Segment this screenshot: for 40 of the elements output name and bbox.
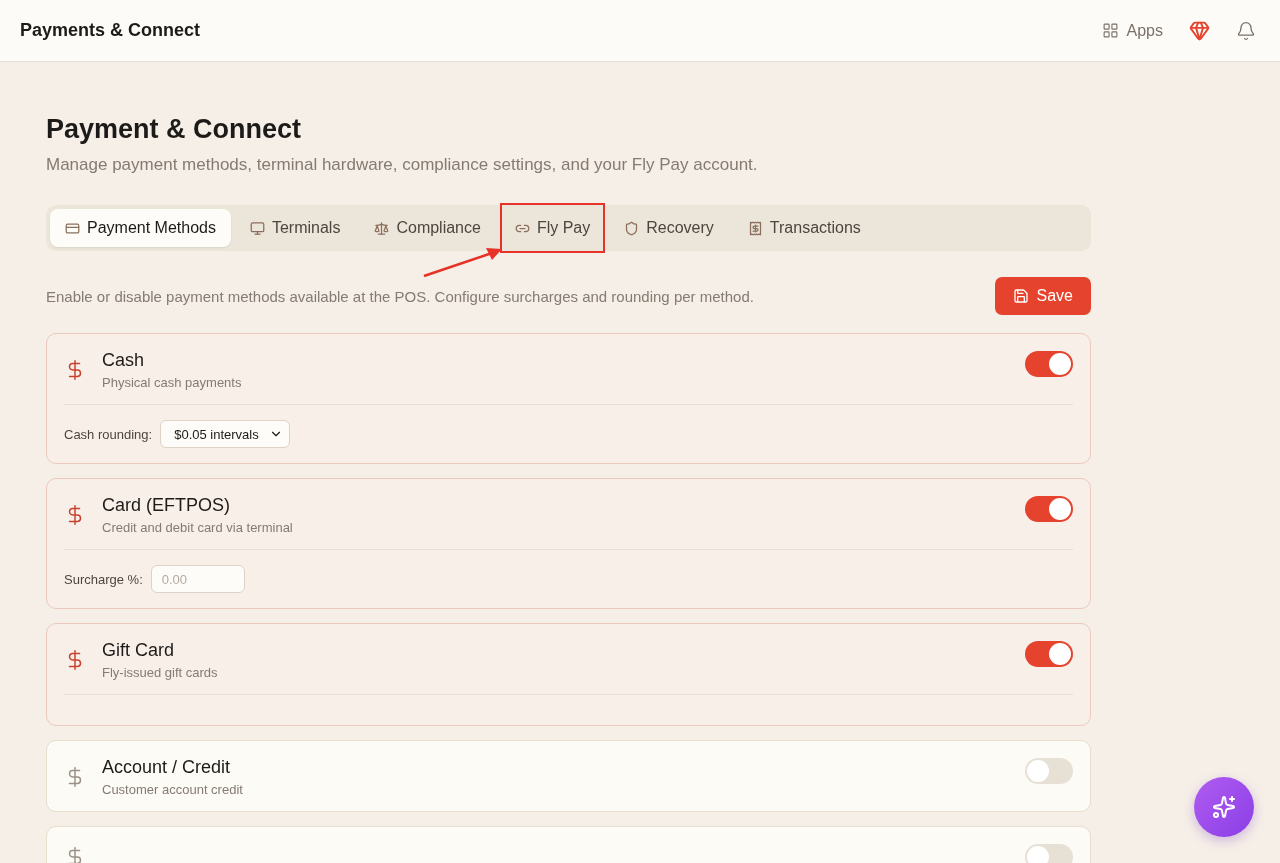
notifications-icon[interactable] [1236,20,1256,41]
tab[interactable]: Transactions [732,209,876,247]
tab[interactable]: Payment Methods [50,209,231,247]
tab[interactable]: Terminals [234,209,356,247]
method-name: Gift Card [102,640,176,661]
assistant-button[interactable] [1194,777,1254,837]
setting-label: Surcharge %: [64,571,143,587]
save-icon [1012,288,1029,304]
gem-icon[interactable] [1189,20,1210,41]
save-button[interactable]: Save [994,277,1091,315]
card-icon [65,220,80,236]
method-description: Customer account credit [102,782,244,797]
scale-icon [374,220,390,236]
toggle-switch[interactable] [1025,641,1073,667]
method-name: Account / Credit [102,757,232,778]
method-description: Credit and debit card via terminal [102,520,294,535]
setting-label: Cash rounding: [64,426,153,442]
method-description: Fly-issued gift cards [102,665,219,680]
tab[interactable]: Fly Pay [499,203,606,253]
method-description: Physical cash payments [102,375,243,390]
receipt-icon [747,220,763,236]
page-title: Payment & Connect [46,114,303,145]
toggle-switch[interactable] [1025,758,1073,784]
toggle-switch[interactable] [1025,844,1073,863]
apps-button[interactable]: Apps [1101,21,1163,40]
app-title: Payments & Connect [20,20,201,41]
tab[interactable]: Recovery [609,209,729,247]
surcharge-field[interactable]: 0.00 [150,565,245,593]
page-subtitle: Manage payment methods, terminal hardware, compliance settings, and your Fly Pay account. [46,155,759,175]
toggle-switch[interactable] [1025,496,1073,522]
monitor-icon [249,220,265,236]
shield-icon [624,220,640,236]
method-name: Card (EFTPOS) [102,495,231,516]
tab[interactable]: Compliance [359,209,496,247]
sparkle-icon [1212,795,1236,819]
method-name: Cash [102,350,146,371]
section-description: Enable or disable payment methods available at the POS. Configure surcharges and rounding per method. [46,287,754,305]
grid-icon [1101,22,1119,39]
toggle-switch[interactable] [1025,351,1073,377]
rounding-select[interactable]: $0.05 intervals [160,420,290,448]
